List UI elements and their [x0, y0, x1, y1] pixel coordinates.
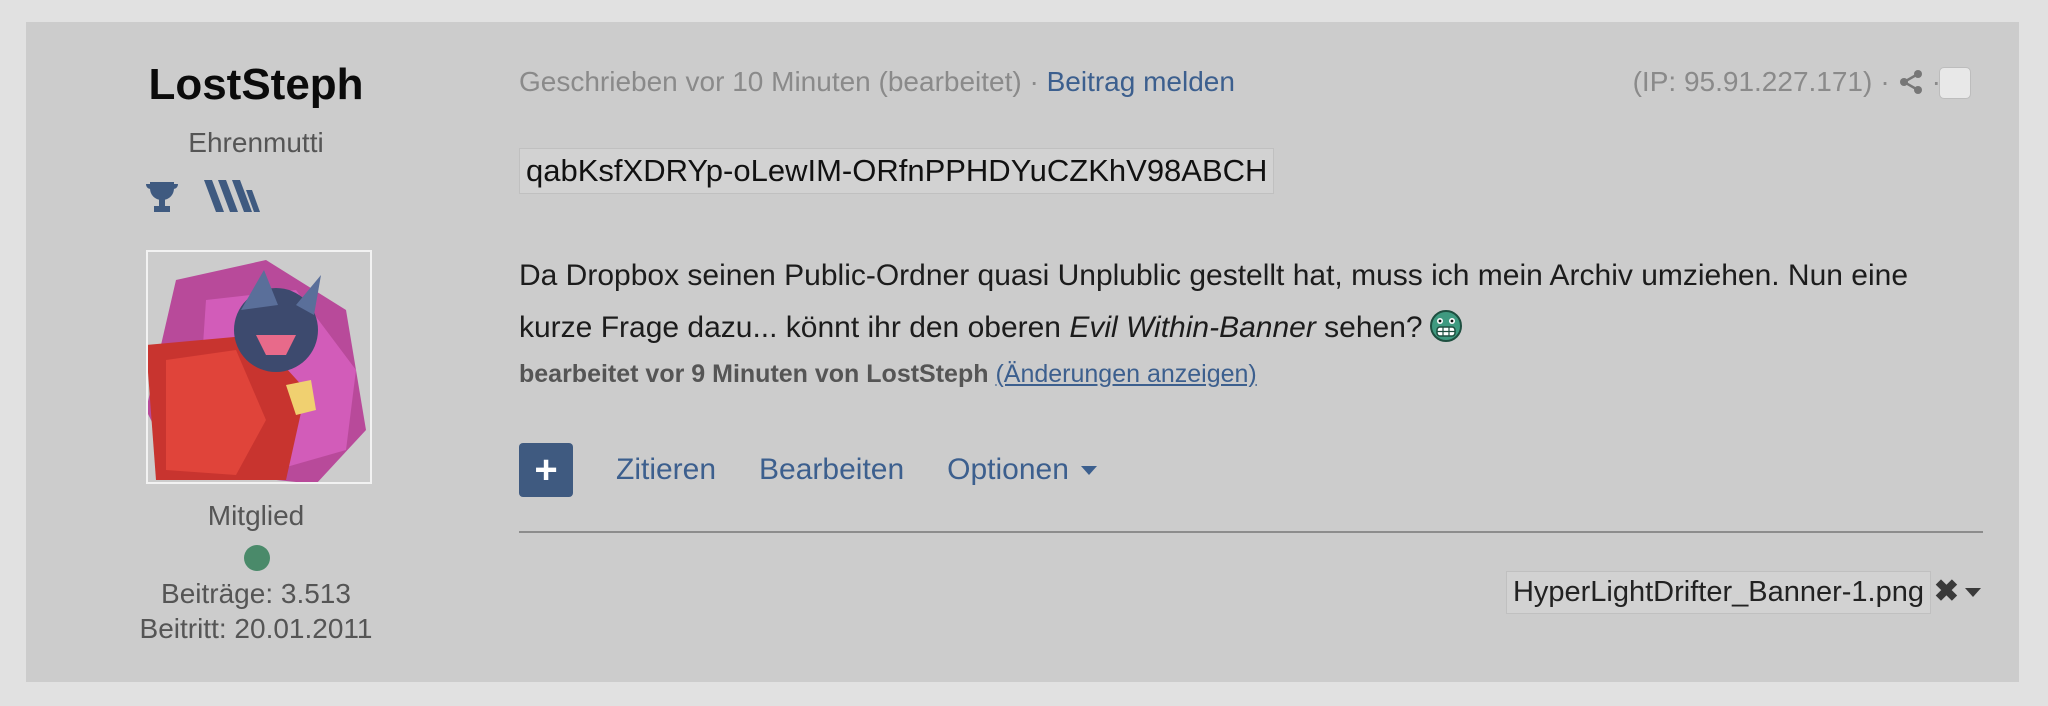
post-text-emphasis: Evil Within-Banner	[1069, 311, 1316, 344]
show-changes-link[interactable]: (Änderungen anzeigen)	[995, 360, 1256, 388]
share-icon[interactable]	[1898, 69, 1924, 95]
edit-button[interactable]: Bearbeiten	[759, 453, 904, 487]
post-text-end: sehen?	[1315, 311, 1423, 344]
plus-button[interactable]: +	[519, 443, 573, 497]
attachment-filename[interactable]: HyperLightDrifter_Banner-1.png	[1505, 571, 1931, 614]
close-icon[interactable]: ✖	[1934, 577, 1959, 607]
author-title: Ehrenmutti	[188, 127, 324, 158]
divider	[519, 531, 1983, 533]
post-code: qabKsfXDRYp-oLewIM-ORfnPPHDYuCZKhV98ABCH	[519, 148, 1275, 194]
author-join-date: Beitritt: 20.01.2011	[139, 613, 373, 644]
report-post-link[interactable]: Beitrag melden	[1047, 66, 1235, 97]
options-label: Optionen	[947, 453, 1069, 486]
author-post-count: Beiträge: 3.513	[161, 578, 351, 609]
author-name[interactable]: LostSteph	[26, 60, 486, 110]
avatar[interactable]	[146, 250, 372, 484]
options-dropdown[interactable]: Optionen	[947, 453, 1097, 487]
chevron-down-icon[interactable]	[1965, 587, 1981, 597]
post-actions: + Zitieren Bearbeiten Optionen	[519, 443, 1097, 497]
author-group: Mitglied	[207, 500, 305, 531]
stripes-icon[interactable]	[204, 176, 264, 216]
online-status-icon	[244, 545, 270, 571]
post-meta: Geschrieben vor 10 Minuten (bearbeitet) …	[519, 66, 1235, 98]
forum-post: LostSteph Ehrenmutti Mitglied Beiträge: …	[26, 22, 2019, 682]
meta-separator: ·	[1021, 66, 1047, 97]
grin-emoji-icon	[1429, 309, 1463, 343]
post-meta-right: (IP: 95.91.227.171) · ·	[1633, 66, 1941, 98]
post-timestamp: Geschrieben vor 10 Minuten (bearbeitet)	[519, 66, 1022, 97]
attachment-tools: ✖	[1934, 577, 1981, 607]
chevron-down-icon	[1080, 466, 1097, 475]
quote-button[interactable]: Zitieren	[616, 453, 716, 487]
author-panel: LostSteph Ehrenmutti Mitglied Beiträge: …	[26, 22, 486, 682]
meta-dot: ·	[1880, 66, 1890, 97]
select-post-checkbox[interactable]	[1939, 67, 1971, 99]
ip-address: (IP: 95.91.227.171)	[1632, 66, 1873, 97]
badge-list	[142, 174, 264, 218]
edit-notice: bearbeitet vor 9 Minuten von LostSteph (…	[519, 360, 1257, 389]
post-content: Da Dropbox seinen Public-Ordner quasi Un…	[519, 250, 1949, 354]
trophy-icon[interactable]	[142, 176, 182, 216]
edit-notice-text: bearbeitet vor 9 Minuten von LostSteph	[519, 360, 989, 388]
